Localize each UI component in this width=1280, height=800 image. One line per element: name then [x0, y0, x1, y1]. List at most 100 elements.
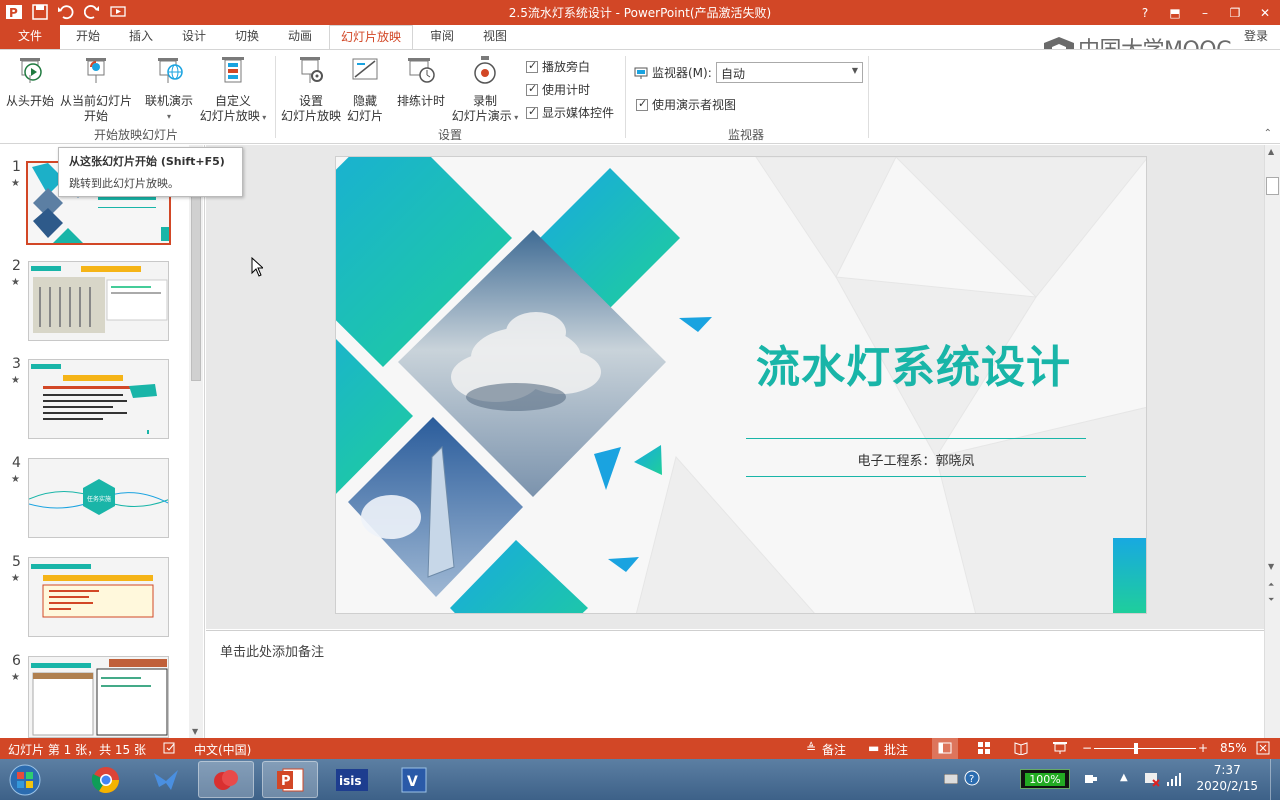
checkbox-checked-icon	[526, 82, 538, 96]
tab-home[interactable]: 开始	[62, 25, 114, 49]
scroll-down-icon[interactable]: ▼	[1268, 562, 1274, 571]
reading-view-icon[interactable]	[1014, 741, 1028, 758]
rehearse-timings-button[interactable]: 排练计时	[394, 54, 448, 109]
tab-design[interactable]: 设计	[168, 25, 220, 49]
restore-button[interactable]: ❐	[1220, 0, 1250, 25]
present-online-label: 联机演示	[144, 94, 193, 108]
keyboard-icon[interactable]	[943, 773, 959, 787]
tab-file[interactable]: 文件	[0, 25, 60, 49]
next-slide-icon[interactable]: ⏷	[1268, 595, 1274, 605]
use-timings-label: 使用计时	[542, 83, 591, 97]
show-media-controls-checkbox[interactable]: 显示媒体控件	[526, 104, 614, 121]
collapse-ribbon-icon[interactable]: ⌃	[1264, 128, 1272, 139]
close-button[interactable]: ✕	[1250, 0, 1280, 25]
slide-thumbnail-3[interactable]	[28, 359, 169, 439]
minimize-button[interactable]: –	[1190, 0, 1220, 25]
thumbnail-number: 2	[12, 258, 21, 274]
slide-scrollbar[interactable]: ▲ ▼ ⏶ ⏷	[1264, 145, 1280, 738]
fit-to-window-icon[interactable]	[1256, 741, 1270, 758]
keil-uvision-icon: V	[401, 767, 427, 792]
language-indicator[interactable]: 中文(中国)	[194, 741, 251, 758]
chrome-icon	[91, 766, 120, 793]
setup-slideshow-button[interactable]: 设置 幻灯片放映	[280, 54, 342, 124]
login-link[interactable]: 登录	[1244, 27, 1268, 44]
record-app-icon	[214, 769, 238, 790]
current-slide[interactable]: 流水灯系统设计 电子工程系：郭晓凤	[335, 156, 1147, 614]
tab-slideshow[interactable]: 幻灯片放映	[329, 25, 413, 50]
from-beginning-button[interactable]: 从头开始	[4, 54, 56, 109]
animation-star-icon: ★	[11, 474, 20, 485]
action-center-icon[interactable]	[1144, 771, 1160, 790]
show-hidden-icons-button[interactable]: ▲	[1120, 772, 1128, 783]
animation-star-icon: ★	[11, 277, 20, 288]
play-narration-checkbox[interactable]: 播放旁白	[526, 58, 590, 75]
present-online-button[interactable]: 联机演示 ▾	[140, 54, 198, 124]
tab-animations[interactable]: 动画	[274, 25, 326, 49]
power-plug-icon[interactable]	[1082, 772, 1098, 789]
network-signal-icon[interactable]	[1166, 771, 1182, 790]
setup-slideshow-label-1: 设置	[298, 94, 323, 108]
scrollbar-thumb[interactable]	[1266, 177, 1279, 195]
slide-thumbnail-4[interactable]: 任务实施	[28, 458, 169, 538]
show-desktop-button[interactable]	[1270, 759, 1280, 800]
tab-insert[interactable]: 插入	[115, 25, 167, 49]
notes-placeholder[interactable]: 单击此处添加备注	[220, 641, 324, 660]
use-timings-checkbox[interactable]: 使用计时	[526, 81, 590, 98]
zoom-level[interactable]: 85%	[1220, 741, 1247, 755]
taskbar-keil[interactable]: V	[386, 761, 442, 798]
spellcheck-icon[interactable]	[163, 741, 177, 758]
comments-label[interactable]: 批注	[884, 741, 908, 758]
notes-toggle-icon[interactable]: ≜	[806, 741, 816, 755]
notes-pane[interactable]: 单击此处添加备注	[206, 630, 1264, 738]
tab-transitions[interactable]: 切换	[221, 25, 273, 49]
slideshow-view-icon[interactable]	[1052, 741, 1068, 758]
comments-icon[interactable]: ▬	[868, 741, 879, 755]
slide-thumbnail-5[interactable]	[28, 557, 169, 637]
record-slideshow-button[interactable]: 录制 幻灯片演示 ▾	[450, 54, 520, 125]
hide-slide-icon	[352, 58, 378, 80]
presenter-view-checkbox[interactable]: 使用演示者视图	[636, 96, 736, 113]
ribbon-display-button[interactable]: ⬒	[1160, 0, 1190, 25]
tooltip-title: 从这张幻灯片开始 (Shift+F5)	[69, 155, 225, 168]
window-controls: ? ⬒ – ❐ ✕	[1130, 0, 1280, 25]
custom-slideshow-button[interactable]: 自定义 幻灯片放映 ▾	[196, 54, 270, 125]
zoom-slider-thumb[interactable]	[1134, 743, 1138, 754]
custom-slideshow-label-1: 自定义	[214, 94, 251, 108]
ribbon-separator	[868, 56, 869, 138]
system-clock[interactable]: 7:37 2020/2/15	[1196, 762, 1258, 794]
taskbar-chrome[interactable]	[78, 761, 134, 798]
zoom-slider-track[interactable]	[1094, 748, 1196, 749]
slide-editing-area: 流水灯系统设计 电子工程系：郭晓凤	[206, 145, 1264, 629]
monitor-select[interactable]: 自动 ▼	[716, 62, 863, 83]
taskbar-recorder[interactable]	[198, 761, 254, 798]
taskbar-feiq[interactable]	[138, 761, 194, 798]
from-current-button[interactable]: 从当前幻灯片 开始	[58, 54, 134, 124]
scroll-down-icon[interactable]: ▼	[192, 727, 198, 736]
slide-title[interactable]: 流水灯系统设计	[756, 331, 1071, 395]
start-button[interactable]	[0, 761, 50, 798]
zoom-in-button[interactable]: +	[1198, 741, 1208, 755]
taskbar-isis[interactable]: isis	[324, 761, 380, 798]
tab-review[interactable]: 审阅	[416, 25, 468, 49]
checkbox-checked-icon	[526, 59, 538, 73]
thumbnail-scrollbar[interactable]: ▲ ▼	[189, 145, 203, 738]
hide-slide-button[interactable]: 隐藏 幻灯片	[344, 54, 386, 124]
battery-indicator[interactable]: 100%	[1020, 769, 1070, 789]
slide-thumbnail-2[interactable]	[28, 261, 169, 341]
scroll-up-icon[interactable]: ▲	[1268, 147, 1274, 156]
zoom-out-button[interactable]: −	[1082, 741, 1092, 755]
setup-slideshow-label-2: 幻灯片放映	[280, 109, 341, 123]
slide-sorter-view-icon[interactable]	[977, 741, 991, 758]
taskbar-powerpoint[interactable]: P	[262, 761, 318, 798]
slide-thumbnail-pane: 1 ★ 2 ★ 3 ★ 4 ★ 任务实施 5 ★ 6 ★ ▼	[0, 145, 205, 738]
help-button[interactable]: ?	[1130, 0, 1160, 25]
slide-thumbnail-6[interactable]	[28, 656, 169, 738]
checkbox-checked-icon	[526, 105, 538, 119]
help-icon[interactable]: ?	[964, 770, 980, 789]
normal-view-button[interactable]	[932, 738, 958, 759]
slide-subtitle[interactable]: 电子工程系：郭晓凤	[746, 450, 1086, 469]
notes-toggle-label[interactable]: 备注	[822, 741, 846, 758]
monitor-select-value: 自动	[721, 67, 746, 81]
previous-slide-icon[interactable]: ⏶	[1268, 580, 1274, 590]
tab-view[interactable]: 视图	[469, 25, 521, 49]
